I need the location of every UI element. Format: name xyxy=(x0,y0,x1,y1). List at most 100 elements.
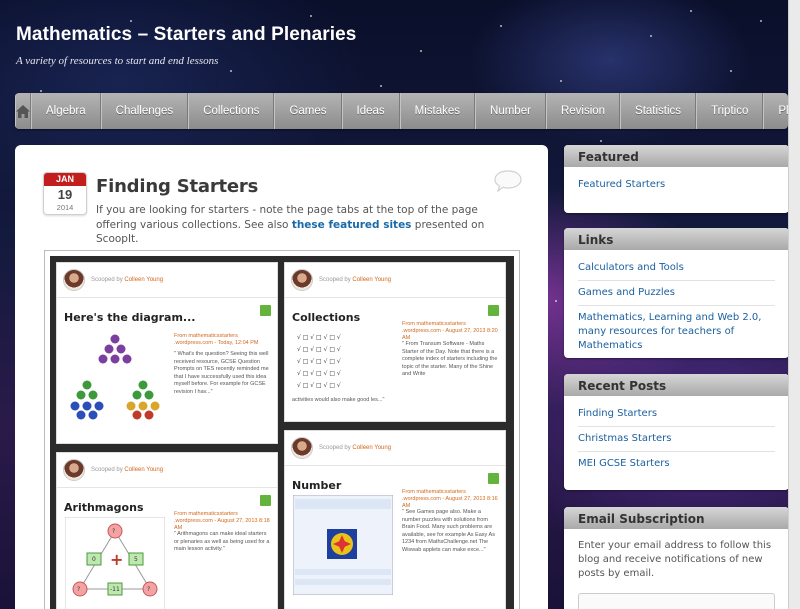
scoop-title[interactable]: Collections xyxy=(292,311,360,324)
avatar xyxy=(63,459,85,481)
site-description: A variety of resources to start and end … xyxy=(16,55,219,67)
nav-item-collections[interactable]: Collections xyxy=(188,93,275,129)
scoop-action-button[interactable] xyxy=(488,473,499,484)
widget-title: Links xyxy=(564,228,789,250)
scoop-description: " Arithmagons can make ideal starters or… xyxy=(174,531,270,552)
post-date-badge: JAN 19 2014 xyxy=(43,172,87,215)
post-card: JAN 19 2014 Finding Starters If you are … xyxy=(15,145,548,609)
nav-item-games[interactable]: Games xyxy=(274,93,342,129)
scoop-tile[interactable]: Scooped by Colleen Young Number From mat… xyxy=(284,430,506,609)
source-prefix: From xyxy=(402,489,417,495)
scoop-source: From mathematicsstarters .wordpress.com … xyxy=(402,321,502,342)
scooped-by-text: Scooped by Colleen Young xyxy=(319,445,392,451)
nav-item-ideas[interactable]: Ideas xyxy=(341,93,400,129)
nav-item-triptico[interactable]: Triptico xyxy=(696,93,764,129)
svg-text:5: 5 xyxy=(134,556,138,563)
date-year: 2014 xyxy=(56,203,74,212)
comment-bubble-icon[interactable] xyxy=(493,169,523,193)
svg-text:?: ? xyxy=(112,528,115,535)
scoop-header: Scooped by Colleen Young xyxy=(291,269,391,291)
scooped-by-text: Scooped by Colleen Young xyxy=(91,277,164,283)
avatar xyxy=(63,269,85,291)
recent-posts-widget: Recent Posts Finding Starters Christmas … xyxy=(564,374,789,490)
featured-widget: Featured Featured Starters xyxy=(564,145,789,213)
post-title[interactable]: Finding Starters xyxy=(96,176,258,197)
recent-post-link[interactable]: Christmas Starters xyxy=(578,427,775,452)
email-subscription-text: Enter your email address to follow this … xyxy=(578,540,772,579)
date-day: 19 xyxy=(57,187,73,202)
svg-text:0: 0 xyxy=(92,556,96,563)
avatar xyxy=(291,437,313,459)
svg-text:√ □ √ □ √ □ √: √ □ √ □ √ □ √ xyxy=(297,358,341,365)
scoopit-embed: Scooped by Colleen Young Here's the diag… xyxy=(44,250,520,609)
nav-item-revision[interactable]: Revision xyxy=(545,93,621,129)
scoop-description: " From Transum Software - Maths Starter … xyxy=(402,341,498,377)
scoop-header: Scooped by Colleen Young xyxy=(63,269,163,291)
scoop-title[interactable]: Number xyxy=(292,479,341,492)
scoop-date: - Today, 12:04 PM xyxy=(212,340,259,346)
scooped-by-text: Scooped by Colleen Young xyxy=(319,277,392,283)
scoop-tile[interactable]: Scooped by Colleen Young Arithmagons + ?… xyxy=(56,452,278,609)
source-prefix: From xyxy=(402,321,417,327)
svg-text:+: + xyxy=(110,550,123,569)
scoop-title[interactable]: Here's the diagram... xyxy=(64,311,195,324)
scoop-description-continued: activities would also make good les..." xyxy=(292,397,385,403)
widget-title: Featured xyxy=(564,145,789,167)
svg-text:√ □ √ □ √ □ √: √ □ √ □ √ □ √ xyxy=(297,382,341,389)
arithmagon-diagram: + ?? ? 0 5 -11 xyxy=(65,517,165,609)
scoop-header: Scooped by Colleen Young xyxy=(63,459,163,481)
svg-text:√ □ √ □ √ □ √: √ □ √ □ √ □ √ xyxy=(297,334,341,341)
scoop-source: From mathematicsstarters .wordpress.com … xyxy=(174,511,274,532)
post-excerpt: If you are looking for starters - note t… xyxy=(96,203,516,247)
main-nav: Algebra Challenges Collections Games Ide… xyxy=(15,93,788,129)
widget-links: Featured Starters xyxy=(564,167,789,205)
source-prefix: From xyxy=(174,333,189,339)
games-puzzles-link[interactable]: Games and Puzzles xyxy=(578,281,775,306)
nav-item-algebra[interactable]: Algebra xyxy=(31,93,101,129)
nav-home-button[interactable] xyxy=(15,93,31,129)
widget-title: Recent Posts xyxy=(564,374,789,396)
scoop-action-button[interactable] xyxy=(488,305,499,316)
calculators-tools-link[interactable]: Calculators and Tools xyxy=(578,256,775,281)
nav-item-challenges[interactable]: Challenges xyxy=(100,93,189,129)
scoopit-grid: Scooped by Colleen Young Here's the diag… xyxy=(50,256,514,609)
svg-text:?: ? xyxy=(77,586,80,593)
featured-starters-link[interactable]: Featured Starters xyxy=(578,173,775,197)
scoop-tile[interactable]: Scooped by Colleen Young Collections √ □… xyxy=(284,262,506,422)
scoop-tile[interactable]: Scooped by Colleen Young Here's the diag… xyxy=(56,262,278,444)
nav-item-statistics[interactable]: Statistics xyxy=(620,93,697,129)
mathematics-learning-web-link[interactable]: Mathematics, Learning and Web 2.0, many … xyxy=(578,306,775,358)
scoop-action-button[interactable] xyxy=(260,305,271,316)
nav-item-number[interactable]: Number xyxy=(475,93,546,129)
scoop-header: Scooped by Colleen Young xyxy=(291,437,391,459)
email-input[interactable] xyxy=(578,593,775,609)
scoop-source: From mathematicsstarters .wordpress.com … xyxy=(402,489,502,510)
widget-links: Calculators and Tools Games and Puzzles … xyxy=(564,250,789,358)
square-roots-worksheet-thumbnail: √ □ √ □ √ □ √ √ □ √ □ √ □ √ √ □ √ □ √ □ … xyxy=(293,327,393,391)
links-widget: Links Calculators and Tools Games and Pu… xyxy=(564,228,789,358)
recent-post-link[interactable]: MEI GCSE Starters xyxy=(578,452,775,476)
svg-text:?: ? xyxy=(147,586,150,593)
nav-item-mistakes[interactable]: Mistakes xyxy=(399,93,476,129)
source-prefix: From xyxy=(174,511,189,517)
svg-text:√ □ √ □ √ □ √: √ □ √ □ √ □ √ xyxy=(297,370,341,377)
scooped-by-text: Scooped by Colleen Young xyxy=(91,467,164,473)
date-month: JAN xyxy=(44,173,86,186)
page-scrollbar[interactable] xyxy=(788,0,800,609)
home-icon xyxy=(16,104,30,118)
scoop-title[interactable]: Arithmagons xyxy=(64,501,144,514)
svg-text:√ □ √ □ √ □ √: √ □ √ □ √ □ √ xyxy=(297,346,341,353)
site-title[interactable]: Mathematics – Starters and Plenaries xyxy=(16,24,356,46)
triangle-dots-diagram xyxy=(70,334,160,420)
scoop-action-button[interactable] xyxy=(260,495,271,506)
svg-text:-11: -11 xyxy=(110,586,120,593)
scoop-description: " See Games page also. Make a number puz… xyxy=(402,509,495,553)
scoop-description: " What's the question? Seeing this well … xyxy=(174,351,269,395)
nav-item-plenaries[interactable]: Plenaries xyxy=(763,93,788,129)
recent-post-link[interactable]: Finding Starters xyxy=(578,402,775,427)
avatar xyxy=(291,269,313,291)
featured-sites-link[interactable]: these featured sites xyxy=(292,219,412,231)
widget-title: Email Subscription xyxy=(564,507,789,529)
widget-links: Finding Starters Christmas Starters MEI … xyxy=(564,396,789,484)
scoop-source: From mathematicsstarters .wordpress.com … xyxy=(174,333,274,347)
